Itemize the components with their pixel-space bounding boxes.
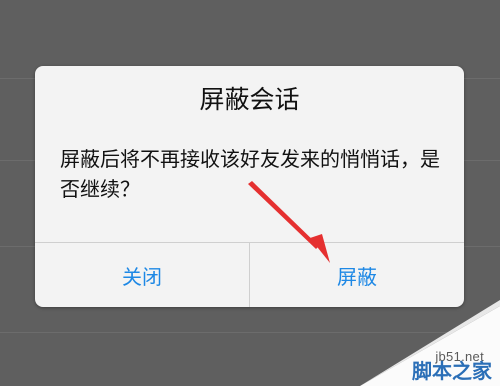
- dialog-message: 屏蔽后将不再接收该好友发来的悄悄话，是否继续？: [60, 147, 440, 201]
- screen: 屏蔽会话 屏蔽后将不再接收该好友发来的悄悄话，是否继续？ 关闭 屏蔽 jb51.…: [0, 0, 500, 386]
- block-button[interactable]: 屏蔽: [250, 243, 464, 307]
- dialog-title: 屏蔽会话: [199, 85, 300, 114]
- dialog-button-bar: 关闭 屏蔽: [35, 242, 464, 307]
- block-conversation-dialog: 屏蔽会话 屏蔽后将不再接收该好友发来的悄悄话，是否继续？ 关闭 屏蔽: [35, 66, 464, 307]
- background-divider: [0, 332, 500, 333]
- watermark-site-name: 脚本之家: [412, 359, 492, 383]
- close-button[interactable]: 关闭: [35, 243, 249, 307]
